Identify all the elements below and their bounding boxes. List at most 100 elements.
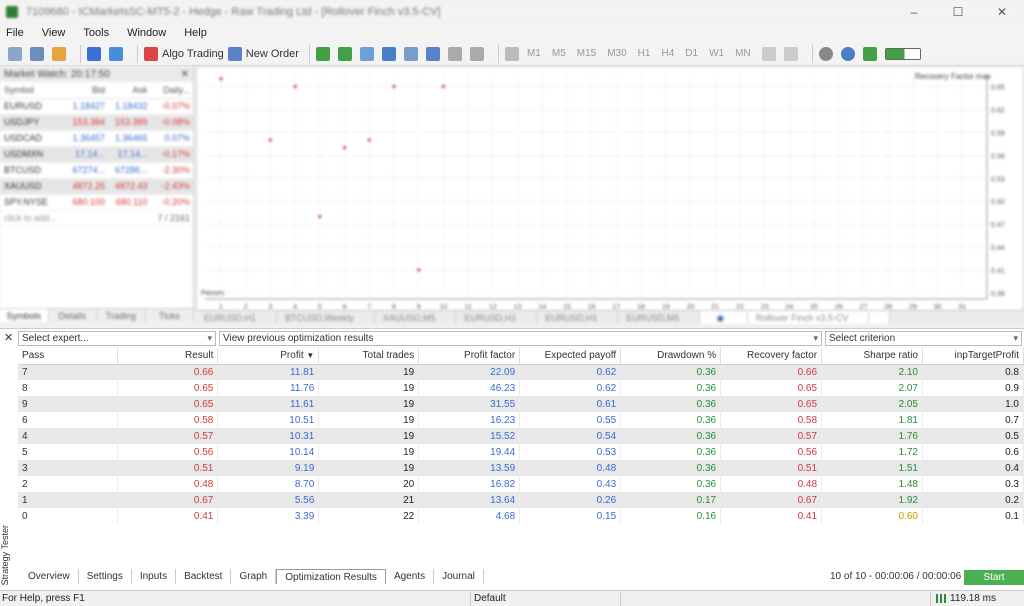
column-header[interactable]: Ask [108,82,151,99]
column-pass[interactable]: Pass [18,348,119,365]
table-row[interactable]: 6 0.58 10.51 19 16.23 0.55 0.36 0.58 1.81 0.7 [18,412,1024,428]
timeframe-mn[interactable]: MN [735,48,751,59]
menu-window[interactable]: Window [127,27,166,39]
table-row[interactable]: 7 0.66 11.81 19 22.09 0.62 0.36 0.66 2.10 0.8 [18,364,1024,380]
close-icon[interactable]: ✕ [181,69,189,80]
chart-point[interactable] [343,146,347,150]
column-result[interactable]: Result [117,348,219,365]
timeframe-d1[interactable]: D1 [685,48,698,59]
tab-symbols[interactable]: Symbols [0,309,49,322]
tab-settings[interactable]: Settings [79,569,132,584]
chart-shift-icon[interactable] [469,45,488,63]
chart-point[interactable] [293,84,297,88]
chart-tab[interactable]: XAUUSD,M5 [375,311,457,324]
column-inp-target-profit[interactable]: inpTargetProfit [922,348,1024,365]
zoom-in-icon[interactable] [381,45,400,63]
tab-agents[interactable]: Agents [386,569,435,584]
symbol-row[interactable]: BTCUSD 67274... 67286... -2.30% [0,162,193,179]
chart-tab[interactable]: EURUSD,H1 [196,311,278,324]
table-row[interactable]: 0 0.41 3.39 22 4.68 0.15 0.16 0.41 0.60 0.1 [18,508,1024,524]
column-expected-payoff[interactable]: Expected payoff [519,348,622,365]
line-chart-icon[interactable] [359,45,378,63]
chart-point[interactable] [219,77,223,81]
bar-chart-icon[interactable] [315,45,334,63]
autoscroll-icon[interactable] [447,45,466,63]
column-drawdown[interactable]: Drawdown % [620,348,722,365]
candle-chart-icon[interactable] [337,45,356,63]
table-row[interactable]: 2 0.48 8.70 20 16.82 0.43 0.36 0.48 1.48 0.3 [18,476,1024,492]
timeframe-m1[interactable]: M1 [527,48,541,59]
tab-overview[interactable]: Overview [20,569,79,584]
table-row[interactable]: 5 0.56 10.14 19 19.44 0.53 0.36 0.56 1.72 0.6 [18,444,1024,460]
menu-help[interactable]: Help [184,27,207,39]
symbol-row[interactable]: USDJPY 153.384 153.389 -0.08% [0,114,193,131]
optimization-chart[interactable]: 1 2 3 4 5 6 7 8 9 10 11 12 13 14 15 16 17 18 19 20 21 22 23 24 2… [196,66,1024,312]
chart-tab[interactable]: BTCUSD,Weekly [277,311,375,324]
column-header[interactable]: Daily... [150,82,193,99]
tab-trading[interactable]: Trading [97,309,146,322]
symbol-row[interactable]: SPY.NYSE 680.100 680.110 -0.20% [0,194,193,211]
chart-tab[interactable]: EURUSD,H1 [537,311,619,324]
symbol-row[interactable]: USDCAD 1.36457 1.36465 0.07% [0,130,193,147]
chart-point[interactable] [441,84,445,88]
account-icon[interactable] [862,45,881,63]
tab-details[interactable]: Details [49,309,97,322]
chart-point[interactable] [417,268,421,272]
menu-file[interactable]: File [6,27,24,39]
table-row[interactable]: 1 0.67 5.56 21 13.64 0.26 0.17 0.67 1.92 0.2 [18,492,1024,508]
chart-point[interactable] [268,138,272,142]
signals-icon[interactable] [109,45,127,63]
new-order-button[interactable]: New Order [227,45,299,63]
chart-tab[interactable]: EURUSD,M5 [618,311,701,324]
chart-point[interactable] [367,138,371,142]
algo-trading-button[interactable]: Algo Trading [144,45,224,63]
profiles-icon[interactable] [30,45,48,63]
crosshair-icon[interactable] [783,45,802,63]
table-row[interactable]: 3 0.51 9.19 19 13.59 0.48 0.36 0.51 1.51 0.4 [18,460,1024,476]
maximize-icon[interactable]: ☐ [936,0,980,24]
column-profit[interactable]: Profit ▼ [217,348,320,365]
chart-type-icon[interactable] [8,45,26,63]
column-header[interactable]: Symbol [0,82,66,99]
tab-inputs[interactable]: Inputs [132,569,177,584]
ide-icon[interactable] [87,45,105,63]
table-row[interactable]: 8 0.65 11.76 19 46.23 0.62 0.36 0.65 2.07 0.9 [18,380,1024,396]
timeframe-h4[interactable]: H4 [661,48,674,59]
column-total-trades[interactable]: Total trades [318,348,420,365]
period-icon[interactable] [761,45,780,63]
table-row[interactable]: 9 0.65 11.61 19 31.55 0.61 0.36 0.65 2.05 1.0 [18,396,1024,412]
timeframe-m5[interactable]: M5 [552,48,566,59]
search-icon[interactable] [818,45,837,63]
symbol-row[interactable]: XAUUSD 4872.25 4872.43 -2.43% [0,178,193,195]
community-icon[interactable] [840,45,859,63]
timeframe-h1[interactable]: H1 [638,48,651,59]
column-recovery-factor[interactable]: Recovery factor [720,348,823,365]
add-symbol-row[interactable]: click to add... 7 / 2161 [0,210,193,227]
tab-ticks[interactable]: Ticks [146,309,194,322]
close-icon[interactable]: ✕ [980,0,1024,24]
folder-icon[interactable] [52,45,70,63]
select-expert-dropdown[interactable]: Select expert... ▾ [18,331,216,346]
tab-backtest[interactable]: Backtest [176,569,232,584]
column-sharpe-ratio[interactable]: Sharpe ratio [821,348,923,365]
table-row[interactable]: 4 0.57 10.31 19 15.52 0.54 0.36 0.57 1.76 0.5 [18,428,1024,444]
menu-view[interactable]: View [42,27,66,39]
start-button[interactable]: Start [964,570,1024,585]
symbol-row[interactable]: USDMXN 17.14... 17.14... -0.17% [0,146,193,163]
zoom-out-icon[interactable] [403,45,422,63]
tab-graph[interactable]: Graph [231,569,277,584]
indicators-icon[interactable] [504,45,523,63]
column-profit-factor[interactable]: Profit factor [418,348,521,365]
timeframe-m15[interactable]: M15 [577,48,596,59]
tab-optimization-results[interactable]: Optimization Results [276,569,386,584]
column-header[interactable]: Bid [65,82,109,99]
menu-tools[interactable]: Tools [83,27,109,39]
minimize-icon[interactable]: – [892,0,936,24]
chart-tab-active[interactable]: ◉ Rollover Finch v3.5-CV [700,311,891,324]
grid-icon[interactable] [425,45,444,63]
chart-point[interactable] [392,84,396,88]
chart-point[interactable] [318,215,322,219]
chart-tab[interactable]: EURUSD,H1 [456,311,538,324]
timeframe-w1[interactable]: W1 [709,48,724,59]
symbol-row[interactable]: EURUSD 1.18427 1.18432 -0.07% [0,98,193,115]
